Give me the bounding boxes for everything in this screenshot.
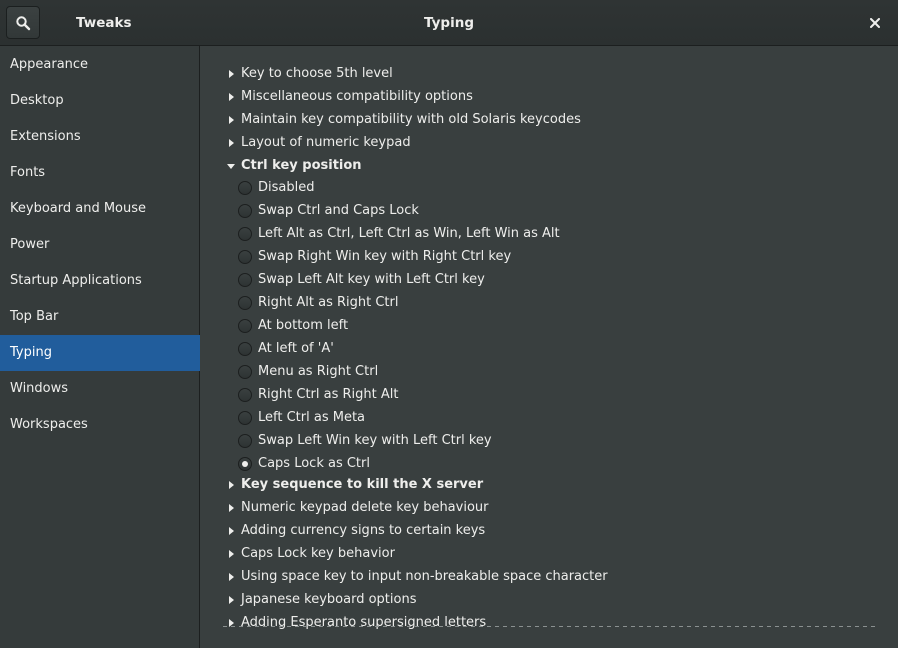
app-title: Tweaks bbox=[76, 15, 132, 31]
radio-button[interactable] bbox=[238, 365, 252, 379]
expander-right-icon bbox=[229, 573, 234, 581]
expander-right-icon bbox=[229, 116, 234, 124]
expander-right-icon bbox=[229, 93, 234, 101]
radio-button[interactable] bbox=[238, 273, 252, 287]
expander-right-icon bbox=[229, 527, 234, 535]
search-icon bbox=[16, 15, 31, 30]
sidebar-item-power[interactable]: Power bbox=[0, 227, 200, 263]
expander-right-icon bbox=[229, 550, 234, 558]
radio-button[interactable] bbox=[238, 296, 252, 310]
radio-button[interactable] bbox=[238, 434, 252, 448]
radio-button-checked[interactable] bbox=[238, 457, 252, 471]
radio-button[interactable] bbox=[238, 250, 252, 264]
sidebar-item-typing[interactable]: Typing bbox=[0, 335, 200, 371]
search-button[interactable] bbox=[6, 6, 40, 39]
sidebar-item-windows[interactable]: Windows bbox=[0, 371, 200, 407]
expander-right-icon bbox=[229, 504, 234, 512]
radio-button[interactable] bbox=[238, 388, 252, 402]
radio-button[interactable] bbox=[238, 204, 252, 218]
sidebar-item-fonts[interactable]: Fonts bbox=[0, 155, 200, 191]
expander-right-icon bbox=[229, 481, 234, 489]
expander-right-icon bbox=[229, 596, 234, 604]
close-button[interactable] bbox=[860, 8, 890, 38]
page-title: Typing bbox=[424, 15, 474, 31]
sidebar-item-appearance[interactable]: Appearance bbox=[0, 47, 200, 83]
sidebar-item-extensions[interactable]: Extensions bbox=[0, 119, 200, 155]
expander-down-icon bbox=[227, 164, 235, 169]
sidebar-item-top-bar[interactable]: Top Bar bbox=[0, 299, 200, 335]
scroll-undershoot-indicator bbox=[223, 626, 875, 627]
options-tree: Key to choose 5th level Miscellaneous co… bbox=[201, 46, 898, 648]
radio-button[interactable] bbox=[238, 181, 252, 195]
expander-right-icon bbox=[229, 70, 234, 78]
radio-button[interactable] bbox=[238, 227, 252, 241]
sidebar-item-desktop[interactable]: Desktop bbox=[0, 83, 200, 119]
sidebar-item-workspaces[interactable]: Workspaces bbox=[0, 407, 200, 443]
sidebar: Appearance Desktop Extensions Fonts Keyb… bbox=[0, 46, 200, 648]
header-bar: Tweaks Typing bbox=[0, 0, 898, 46]
radio-button[interactable] bbox=[238, 319, 252, 333]
close-icon bbox=[870, 18, 880, 28]
radio-button[interactable] bbox=[238, 342, 252, 356]
sidebar-item-keyboard-and-mouse[interactable]: Keyboard and Mouse bbox=[0, 191, 200, 227]
sidebar-item-startup-applications[interactable]: Startup Applications bbox=[0, 263, 200, 299]
radio-button[interactable] bbox=[238, 411, 252, 425]
expander-right-icon bbox=[229, 139, 234, 147]
tweaks-window: Tweaks Typing Appearance Desktop Extensi… bbox=[0, 0, 898, 648]
